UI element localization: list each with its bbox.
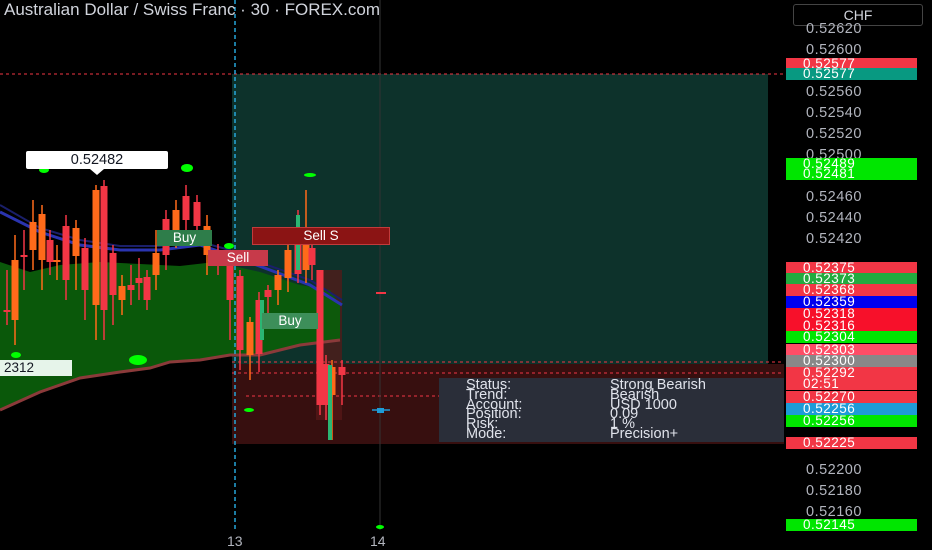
candle-body (92, 190, 100, 305)
buy-label-1[interactable]: Buy (157, 230, 212, 246)
candle-body (284, 250, 292, 278)
candle-body (274, 275, 282, 290)
candle-body (246, 322, 254, 355)
red-dash-marker (376, 292, 386, 294)
candle-body (20, 255, 28, 257)
candle-body (182, 196, 190, 220)
price-tick: 0.52180 (806, 483, 862, 499)
sell-s-text: Sell S (303, 228, 339, 243)
candle-body (46, 240, 54, 262)
candle-body (143, 277, 151, 300)
candle-body (152, 253, 160, 275)
candle-body (127, 285, 135, 290)
candle-body (109, 253, 117, 295)
candle-body (328, 365, 332, 440)
candle-body (226, 262, 234, 300)
price-badge: 0.52225 (786, 436, 917, 449)
price-badge: 0.52145 (786, 518, 917, 531)
buy-label-1-text: Buy (172, 230, 197, 245)
price-badge: 0.52481 (786, 167, 917, 180)
candle-body (100, 186, 108, 310)
mode-row: Mode: Precision+ (439, 425, 784, 442)
left-price-tag: 2312 (0, 360, 72, 376)
price-badge: 0.52256 (786, 414, 917, 427)
sell-s-label[interactable]: Sell S (252, 227, 390, 245)
candle-body (236, 276, 244, 350)
time-label-14: 14 (370, 533, 386, 549)
candle-body (81, 248, 89, 290)
candle-body (11, 260, 19, 320)
price-tick: 0.52200 (806, 462, 862, 478)
candle-body (72, 228, 80, 256)
sell-label-1-text: Sell (226, 250, 250, 265)
sell-label-1[interactable]: Sell (208, 250, 268, 266)
candle-body (338, 367, 346, 375)
price-tick: 0.52420 (806, 231, 862, 247)
candle-body (264, 290, 272, 297)
candle-body (29, 222, 37, 250)
candle-body (135, 278, 143, 283)
candle-body (308, 248, 316, 265)
mode-value: Precision+ (610, 425, 679, 442)
price-badge: 0.52577 (786, 67, 917, 80)
price-tick: 0.52620 (806, 21, 862, 37)
candle-body (118, 286, 126, 300)
left-price-tag-text: 2312 (4, 360, 35, 375)
candle-body (316, 270, 324, 405)
candle-body (38, 214, 46, 260)
price-tick: 0.52440 (806, 210, 862, 226)
candle-body (62, 226, 70, 280)
buy-label-2[interactable]: Buy (262, 313, 318, 329)
mode-key: Mode: (466, 425, 507, 442)
price-tick: 0.52520 (806, 126, 862, 142)
candle-body (193, 202, 201, 226)
price-tick: 0.52540 (806, 105, 862, 121)
price-tick: 0.52460 (806, 189, 862, 205)
price-callout: 0.52482 (26, 151, 168, 175)
candle-body (172, 210, 180, 232)
time-label-13: 13 (227, 533, 243, 549)
price-tick: 0.52560 (806, 84, 862, 100)
candle-body (3, 310, 11, 312)
buy-label-2-text: Buy (278, 313, 302, 328)
status-panel: Status: Strong Bearish Trend: Bearish Ac… (439, 378, 784, 442)
candle-body (53, 260, 61, 262)
chart-title: Australian Dollar / Swiss Franc · 30 · F… (4, 0, 380, 19)
